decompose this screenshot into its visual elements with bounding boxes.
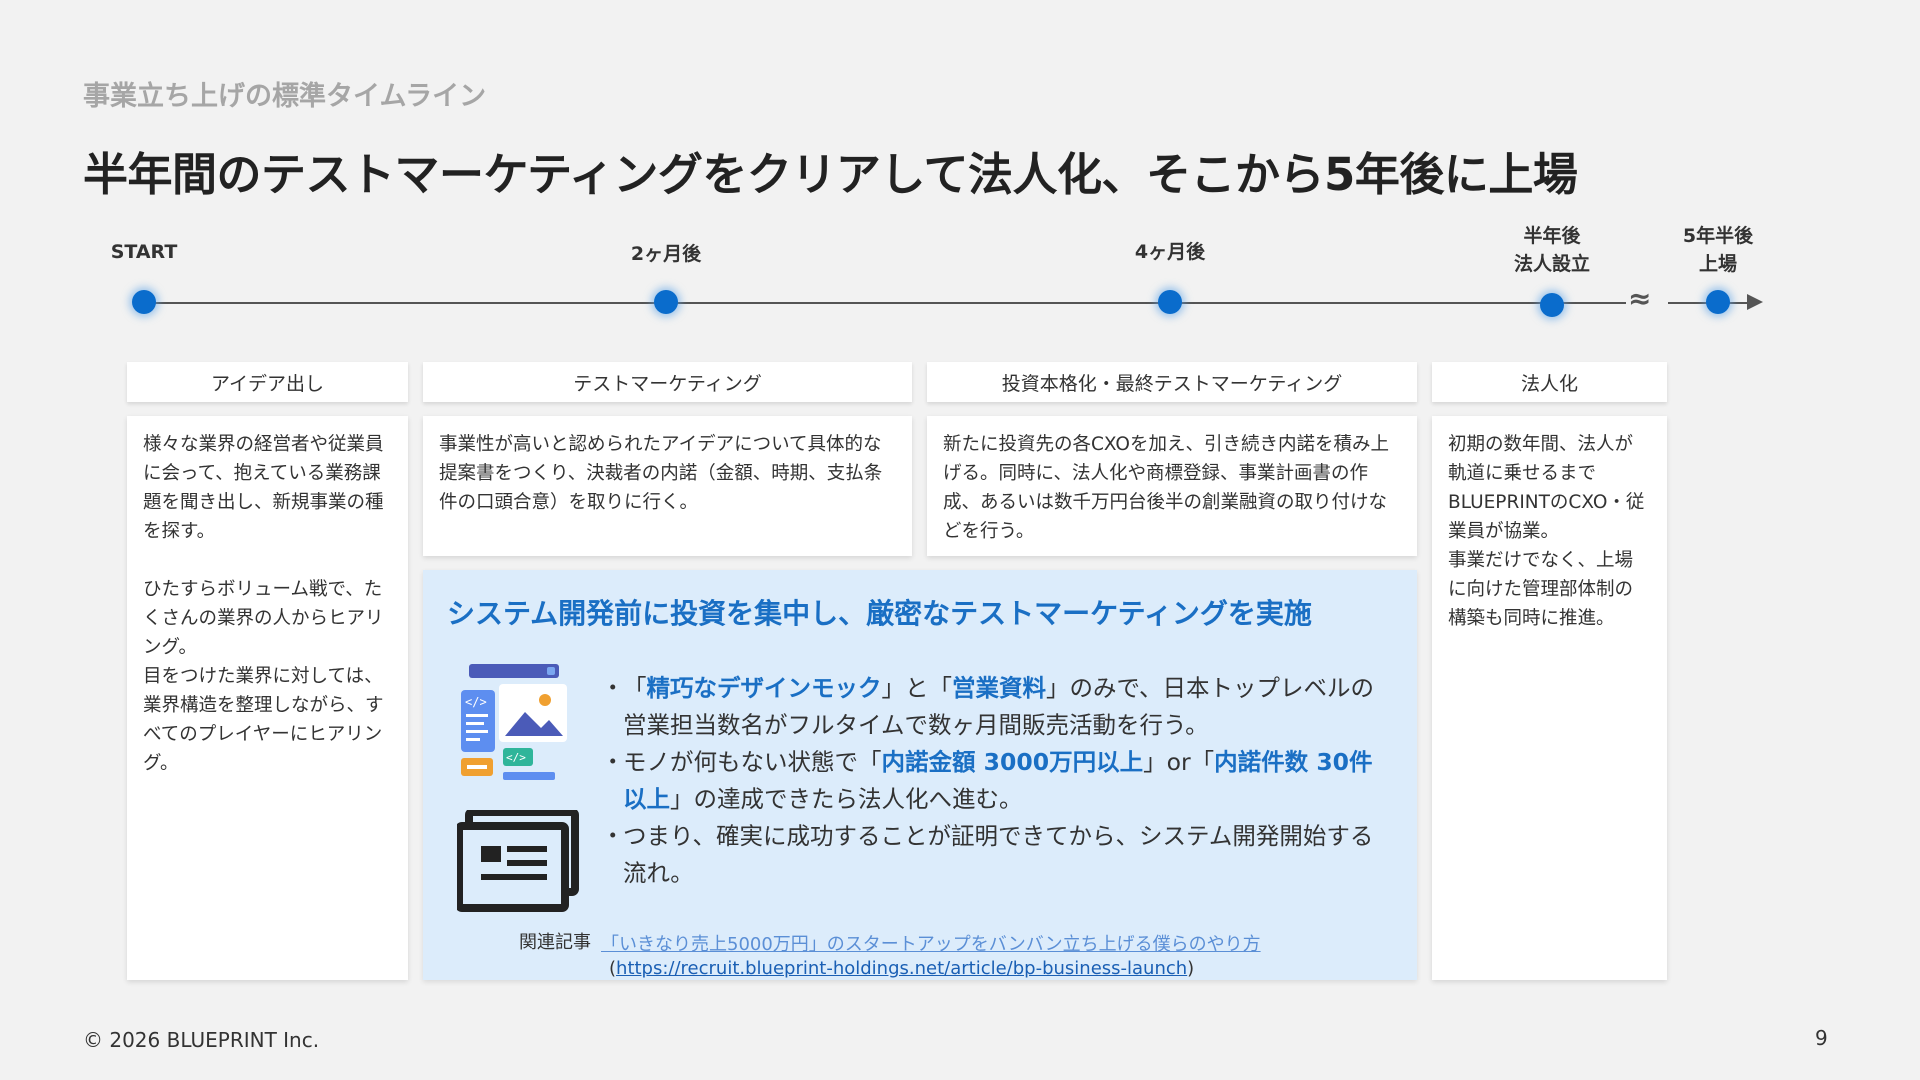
bullet-marker: ・ — [601, 748, 625, 776]
timeline-arrowhead — [1747, 294, 1763, 310]
svg-text:</>: </> — [465, 695, 487, 709]
section-subtitle: 事業立ち上げの標準タイムライン — [83, 81, 487, 112]
milestone-dot-5-5-years — [1706, 290, 1730, 314]
phase-card-incorporation: 初期の数年間、法人が軌道に乗せるまでBLUEPRINTのCXO・従業員が協業。 … — [1432, 416, 1667, 980]
page-title: 半年間のテストマーケティングをクリアして法人化、そこから5年後に上場 — [83, 148, 1578, 201]
emphasis-text: 内諾金額 3000万円以上 — [881, 748, 1144, 776]
bullet-marker: ・ — [601, 822, 625, 850]
highlight-bullets: ・ 「精巧なデザインモック」と「営業資料」のみで、日本トップレベルの営業担当数名… — [601, 670, 1381, 892]
milestone-label-5-5-years: 5年半後 上場 — [1682, 225, 1754, 275]
related-article-url: (https://recruit.blueprint-holdings.net/… — [609, 958, 1195, 979]
page-number: 9 — [1815, 1026, 1828, 1050]
phase-body-incorporation: 初期の数年間、法人が軌道に乗せるまでBLUEPRINTのCXO・従業員が協業。 … — [1448, 434, 1645, 629]
phase-card-test-marketing: 事業性が高いと認められたアイデアについて具体的な提案書をつくり、決裁者の内諾（金… — [423, 416, 912, 556]
bullet-marker: ・ — [601, 674, 625, 702]
milestone-dot-4months — [1158, 290, 1182, 314]
emphasis-text: 営業資料 — [952, 674, 1046, 702]
milestone-label-half-year: 半年後 法人設立 — [1513, 225, 1591, 275]
phase-body-test-marketing: 事業性が高いと認められたアイデアについて具体的な提案書をつくり、決裁者の内諾（金… — [439, 434, 883, 513]
copyright: © 2026 BLUEPRINT Inc. — [83, 1028, 320, 1052]
design-mockup-icon: </> </> — [461, 664, 567, 780]
highlight-bullet: ・ 「精巧なデザインモック」と「営業資料」のみで、日本トップレベルの営業担当数名… — [601, 670, 1381, 744]
milestone-dot-2months — [654, 290, 678, 314]
related-article-link[interactable]: 「いきなり売上5000万円」のスタートアップをバンバン立ち上げる僕らのやり方 — [601, 930, 1261, 956]
highlight-box: システム開発前に投資を集中し、厳密なテストマーケティングを実施 </> </> … — [423, 570, 1417, 980]
related-article-url-link[interactable]: https://recruit.blueprint-holdings.net/a… — [616, 958, 1187, 979]
phase-header-idea: アイデア出し — [127, 362, 408, 402]
highlight-bullet: ・ つまり、確実に成功することが証明できてから、システム開発開始する流れ。 — [601, 818, 1381, 892]
milestone-label-2months: 2ヶ月後 — [630, 243, 702, 265]
document-stack-icon — [457, 810, 579, 912]
timeline-line — [144, 302, 1626, 304]
phase-card-idea: 様々な業界の経営者や従業員に会って、抱えている業務課題を聞き出し、新規事業の種を… — [127, 416, 408, 980]
highlight-title: システム開発前に投資を集中し、厳密なテストマーケティングを実施 — [447, 597, 1312, 630]
phase-card-investment: 新たに投資先の各CXOを加え、引き続き内諾を積み上げる。同時に、法人化や商標登録… — [927, 416, 1417, 556]
phase-body-idea: 様々な業界の経営者や従業員に会って、抱えている業務課題を聞き出し、新規事業の種を… — [143, 434, 384, 774]
milestone-dot-half-year — [1540, 293, 1564, 317]
milestone-dot-start — [132, 290, 156, 314]
svg-text:</>: </> — [506, 751, 526, 764]
emphasis-text: 精巧なデザインモック — [646, 674, 882, 702]
phase-body-investment: 新たに投資先の各CXOを加え、引き続き内諾を積み上げる。同時に、法人化や商標登録… — [943, 434, 1389, 542]
phase-header-incorporation: 法人化 — [1432, 362, 1667, 402]
milestone-label-4months: 4ヶ月後 — [1134, 241, 1206, 263]
timeline-break-symbol: ≈ — [1628, 282, 1652, 315]
milestone-label-start: START — [110, 241, 178, 263]
phase-header-investment: 投資本格化・最終テストマーケティング — [927, 362, 1417, 402]
related-article-label: 関連記事 — [519, 932, 591, 953]
phase-header-test-marketing: テストマーケティング — [423, 362, 912, 402]
highlight-bullet: ・ モノが何もない状態で「内諾金額 3000万円以上」or「内諾件数 30件以上… — [601, 744, 1381, 818]
